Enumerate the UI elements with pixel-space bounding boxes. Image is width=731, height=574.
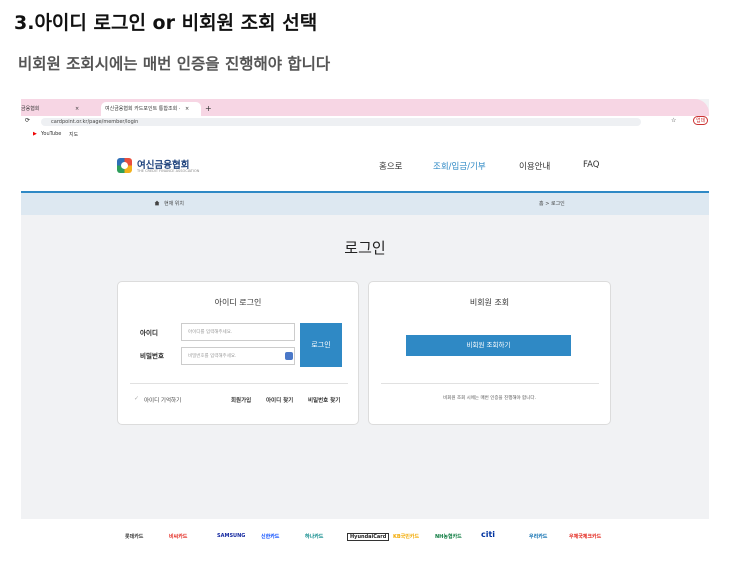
footer-logo-shinhan: 신한카드 (261, 534, 280, 540)
new-tab-button[interactable]: + (205, 102, 212, 116)
browser-tab-1[interactable]: 금융협회 × (21, 102, 101, 116)
footer-logo-kb: KB국민카드 (393, 534, 420, 540)
divider (130, 383, 348, 384)
divider (381, 383, 599, 384)
footer-logo-citi: citi (481, 530, 496, 539)
login-button[interactable]: 로그인 (300, 323, 342, 367)
site-header: 여신금융협회 THE CREDIT FINANCE ASSOCIATION 홈으… (21, 141, 709, 193)
password-label: 비밀번호 (140, 352, 164, 360)
check-icon: ✓ (134, 395, 140, 402)
browser-tab-bar: 금융협회 × 여신금융협회 카드포인트 통합조회 · × + (21, 99, 709, 116)
keyboard-security-icon[interactable] (285, 352, 293, 360)
tab1-close-icon[interactable]: × (75, 106, 79, 112)
footer-logo-samsung: SAMSUNG (217, 533, 246, 539)
footer-card-logos: 롯데카드 비씨카드 SAMSUNG 신한카드 하나카드 HyundaiCard … (21, 519, 709, 574)
id-input[interactable]: 아이디를 입력해주세요. (181, 323, 295, 341)
address-row: ⟳ cardpoint.or.kr/page/member/login ☆ 업데 (21, 116, 709, 128)
nav-guide[interactable]: 이용안내 (519, 160, 550, 172)
signup-link[interactable]: 회원가입 (231, 396, 251, 404)
profile-badge[interactable]: 업데 (693, 116, 709, 125)
id-label: 아이디 (140, 329, 158, 337)
remember-id-label: 아이디 기억하기 (144, 398, 182, 404)
id-login-card: 아이디 로그인 아이디 비밀번호 아이디를 입력해주세요. 비밀번호를 입력해주… (117, 281, 359, 425)
logo-subtitle: THE CREDIT FINANCE ASSOCIATION (137, 169, 200, 173)
bookmark-map[interactable]: 지도 (69, 131, 78, 138)
footer-logo-bc: 비씨카드 (169, 534, 188, 540)
footer-logo-lotte: 롯데카드 (125, 534, 144, 540)
page-subheading: 비회원 조회시에는 매번 인증을 진행해야 합니다 (18, 55, 331, 73)
guest-inquiry-note: 비회원 조회 시에는 매번 인증을 진행해야 합니다. (443, 396, 536, 401)
youtube-icon: ▶ (33, 131, 37, 137)
find-password-link[interactable]: 비밀번호 찾기 (308, 396, 340, 404)
footer-logo-epost: 우체국체크카드 (569, 534, 602, 540)
guest-inquiry-card: 비회원 조회 비회원 조회하기 비회원 조회 시에는 매번 인증을 진행해야 합… (368, 281, 611, 425)
location-bar: 현재 위치 홈 > 로그인 (21, 193, 709, 215)
tab2-title: 여신금융협회 카드포인트 통합조회 · (105, 106, 181, 112)
reload-icon[interactable]: ⟳ (25, 117, 30, 124)
logo-icon (117, 158, 132, 173)
footer-logo-hyundai: HyundaiCard (347, 533, 390, 541)
star-icon[interactable]: ☆ (671, 117, 676, 124)
browser-screenshot: 금융협회 × 여신금융협회 카드포인트 통합조회 · × + ⟳ cardpoi… (21, 99, 709, 519)
page-heading: 3.아이디 로그인 or 비회원 조회 선택 (14, 12, 318, 34)
home-icon (154, 200, 160, 206)
breadcrumb: 홈 > 로그인 (539, 201, 565, 207)
tab2-close-icon[interactable]: × (185, 106, 189, 112)
id-login-title: 아이디 로그인 (214, 298, 262, 307)
guest-inquiry-button[interactable]: 비회원 조회하기 (406, 335, 571, 356)
nav-home[interactable]: 홈으로 (379, 160, 402, 172)
nav-faq[interactable]: FAQ (583, 160, 599, 170)
tab1-title: 금융협회 (21, 106, 40, 112)
password-input[interactable]: 비밀번호를 입력해주세요. (181, 347, 295, 365)
bookmarks-bar: ▶ YouTube 지도 (21, 128, 709, 142)
browser-tab-2[interactable]: 여신금융협회 카드포인트 통합조회 · × (101, 102, 201, 116)
address-bar[interactable]: cardpoint.or.kr/page/member/login (41, 118, 641, 126)
location-label: 현재 위치 (164, 201, 184, 207)
bookmark-youtube[interactable]: YouTube (41, 131, 61, 137)
footer-logo-nh: NH농협카드 (435, 534, 462, 540)
login-title: 로그인 (344, 239, 386, 257)
footer-logo-woori: 우리카드 (529, 534, 548, 540)
footer-logo-hana: 하나카드 (305, 534, 324, 540)
find-id-link[interactable]: 아이디 찾기 (266, 396, 293, 404)
nav-inquiry[interactable]: 조회/입금/기부 (433, 160, 486, 172)
guest-inquiry-title: 비회원 조회 (469, 298, 510, 307)
